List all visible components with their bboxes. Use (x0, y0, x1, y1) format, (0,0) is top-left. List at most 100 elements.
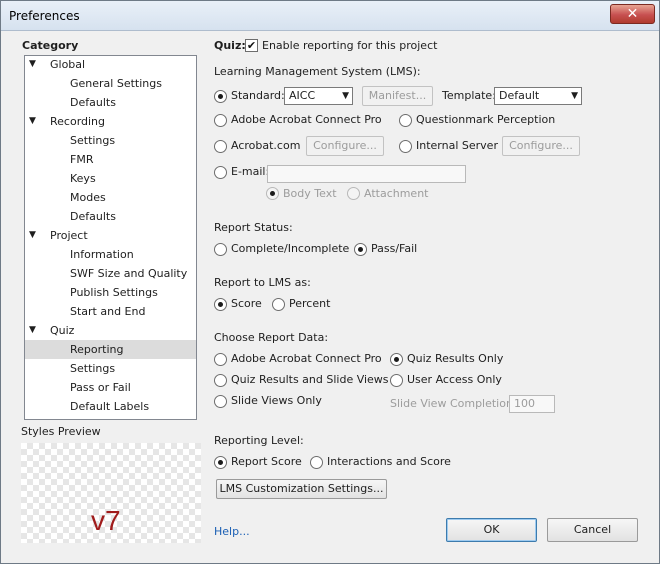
body-text-label: Body Text (283, 187, 337, 200)
tree-item-label: Default Labels (70, 400, 150, 413)
styles-preview-label: Styles Preview (21, 425, 101, 438)
ok-button[interactable]: OK (446, 518, 537, 542)
tree-item[interactable]: Reporting (25, 340, 196, 359)
lms-acrobat-connect-radio[interactable] (214, 114, 227, 127)
chevron-down-icon: ▼ (571, 91, 578, 101)
tree-item-label: Settings (70, 134, 116, 147)
category-heading: Category (22, 39, 79, 52)
interactions-score-radio[interactable] (310, 456, 323, 469)
title-bar: Preferences ✕ (1, 1, 659, 31)
tree-item-label: Settings (70, 362, 116, 375)
body-text-radio[interactable] (266, 187, 279, 200)
attachment-radio[interactable] (347, 187, 360, 200)
tree-item-label: Start and End (70, 305, 146, 318)
tree-group[interactable]: ▼ Quiz (25, 321, 196, 340)
data-acrobat-connect-radio[interactable] (214, 353, 227, 366)
enable-reporting-checkbox[interactable]: ✔ (245, 39, 258, 52)
reporting-level-heading: Reporting Level: (214, 434, 304, 447)
lms-internal-server-radio[interactable] (399, 140, 412, 153)
configure-acrobat-button[interactable]: Configure... (306, 136, 384, 156)
tree-group[interactable]: ▼ Project (25, 226, 196, 245)
manifest-button[interactable]: Manifest... (362, 86, 433, 106)
complete-incomplete-radio[interactable] (214, 243, 227, 256)
tree-item[interactable]: Information (25, 245, 196, 264)
lms-acrobat-com-radio[interactable] (214, 140, 227, 153)
lms-email-radio[interactable] (214, 166, 227, 179)
expand-arrow-icon[interactable]: ▼ (29, 55, 36, 74)
expand-arrow-icon[interactable]: ▼ (29, 226, 36, 245)
quiz-results-only-radio[interactable] (390, 353, 403, 366)
tree-item-label: General Settings (70, 77, 162, 90)
cancel-button[interactable]: Cancel (547, 518, 638, 542)
tree-item-label: Recording (50, 115, 106, 128)
standard-select[interactable]: AICC ▼ (284, 87, 353, 105)
report-score-radio[interactable] (214, 456, 227, 469)
configure-internal-button[interactable]: Configure... (502, 136, 580, 156)
lms-acrobat-com-label: Acrobat.com (231, 139, 301, 152)
percent-radio[interactable] (272, 298, 285, 311)
lms-email-label: E-mail: (231, 165, 270, 178)
slide-view-completion-field[interactable]: 100 (509, 395, 555, 413)
tree-item[interactable]: Modes (25, 188, 196, 207)
tree-item[interactable]: Defaults (25, 207, 196, 226)
tree-item[interactable]: Publish Settings (25, 283, 196, 302)
tree-item[interactable]: Settings (25, 131, 196, 150)
email-field[interactable] (267, 165, 466, 183)
pass-fail-radio[interactable] (354, 243, 367, 256)
styles-preview: v7 (21, 443, 201, 543)
lms-questionmark-radio[interactable] (399, 114, 412, 127)
tree-item-label: Defaults (70, 210, 116, 223)
tree-item[interactable]: SWF Size and Quality (25, 264, 196, 283)
user-access-only-label: User Access Only (407, 373, 502, 386)
tree-item[interactable]: Keys (25, 169, 196, 188)
report-as-heading: Report to LMS as: (214, 276, 311, 289)
template-select[interactable]: Default ▼ (494, 87, 582, 105)
expand-arrow-icon[interactable]: ▼ (29, 321, 36, 340)
quiz-results-only-label: Quiz Results Only (407, 352, 504, 365)
complete-incomplete-label: Complete/Incomplete (231, 242, 350, 255)
tree-item-label: Reporting (70, 343, 124, 356)
close-button[interactable]: ✕ (610, 4, 655, 24)
tree-item[interactable]: General Settings (25, 74, 196, 93)
score-label: Score (231, 297, 262, 310)
tree-item-label: Defaults (70, 96, 116, 109)
help-link[interactable]: Help... (214, 525, 250, 538)
tree-item[interactable]: FMR (25, 150, 196, 169)
expand-arrow-icon[interactable]: ▼ (29, 112, 36, 131)
user-access-only-radio[interactable] (390, 374, 403, 387)
tree-group[interactable]: ▼ Global (25, 55, 196, 74)
lms-standard-radio[interactable] (214, 90, 227, 103)
tree-item-label: SWF Size and Quality (70, 267, 188, 280)
tree-item[interactable]: Defaults (25, 93, 196, 112)
tree-item[interactable]: Settings (25, 359, 196, 378)
tree-item[interactable]: Pass or Fail (25, 378, 196, 397)
lms-questionmark-label: Questionmark Perception (416, 113, 556, 126)
tree-item[interactable]: Default Labels (25, 397, 196, 416)
lms-heading: Learning Management System (LMS): (214, 65, 421, 78)
slide-views-only-radio[interactable] (214, 395, 227, 408)
report-status-heading: Report Status: (214, 221, 293, 234)
tree-group[interactable]: ▼ Recording (25, 112, 196, 131)
data-acrobat-connect-label: Adobe Acrobat Connect Pro (231, 352, 382, 365)
report-data-heading: Choose Report Data: (214, 331, 329, 344)
lms-acrobat-connect-label: Adobe Acrobat Connect Pro (231, 113, 382, 126)
interactions-score-label: Interactions and Score (327, 455, 451, 468)
tree-item-label: Information (70, 248, 134, 261)
lms-internal-server-label: Internal Server (416, 139, 498, 152)
pass-fail-label: Pass/Fail (371, 242, 418, 255)
tree-item-label: Project (50, 229, 88, 242)
attachment-label: Attachment (364, 187, 429, 200)
lms-customization-button[interactable]: LMS Customization Settings... (216, 479, 387, 499)
preferences-dialog: Preferences ✕ Category ▼ Global General Se… (0, 0, 660, 564)
slide-view-completion-label: Slide View Completion (390, 397, 513, 410)
quiz-and-slides-label: Quiz Results and Slide Views (231, 373, 389, 386)
tree-item[interactable]: Start and End (25, 302, 196, 321)
styles-preview-text: v7 (91, 505, 121, 536)
quiz-label: Quiz: (214, 39, 246, 52)
tree-item-label: Pass or Fail (70, 381, 131, 394)
template-label: Template: (442, 89, 496, 102)
score-radio[interactable] (214, 298, 227, 311)
quiz-and-slides-radio[interactable] (214, 374, 227, 387)
enable-reporting-label: Enable reporting for this project (262, 39, 438, 52)
category-tree[interactable]: ▼ Global General Settings Defaults ▼ Recordin… (24, 55, 197, 420)
